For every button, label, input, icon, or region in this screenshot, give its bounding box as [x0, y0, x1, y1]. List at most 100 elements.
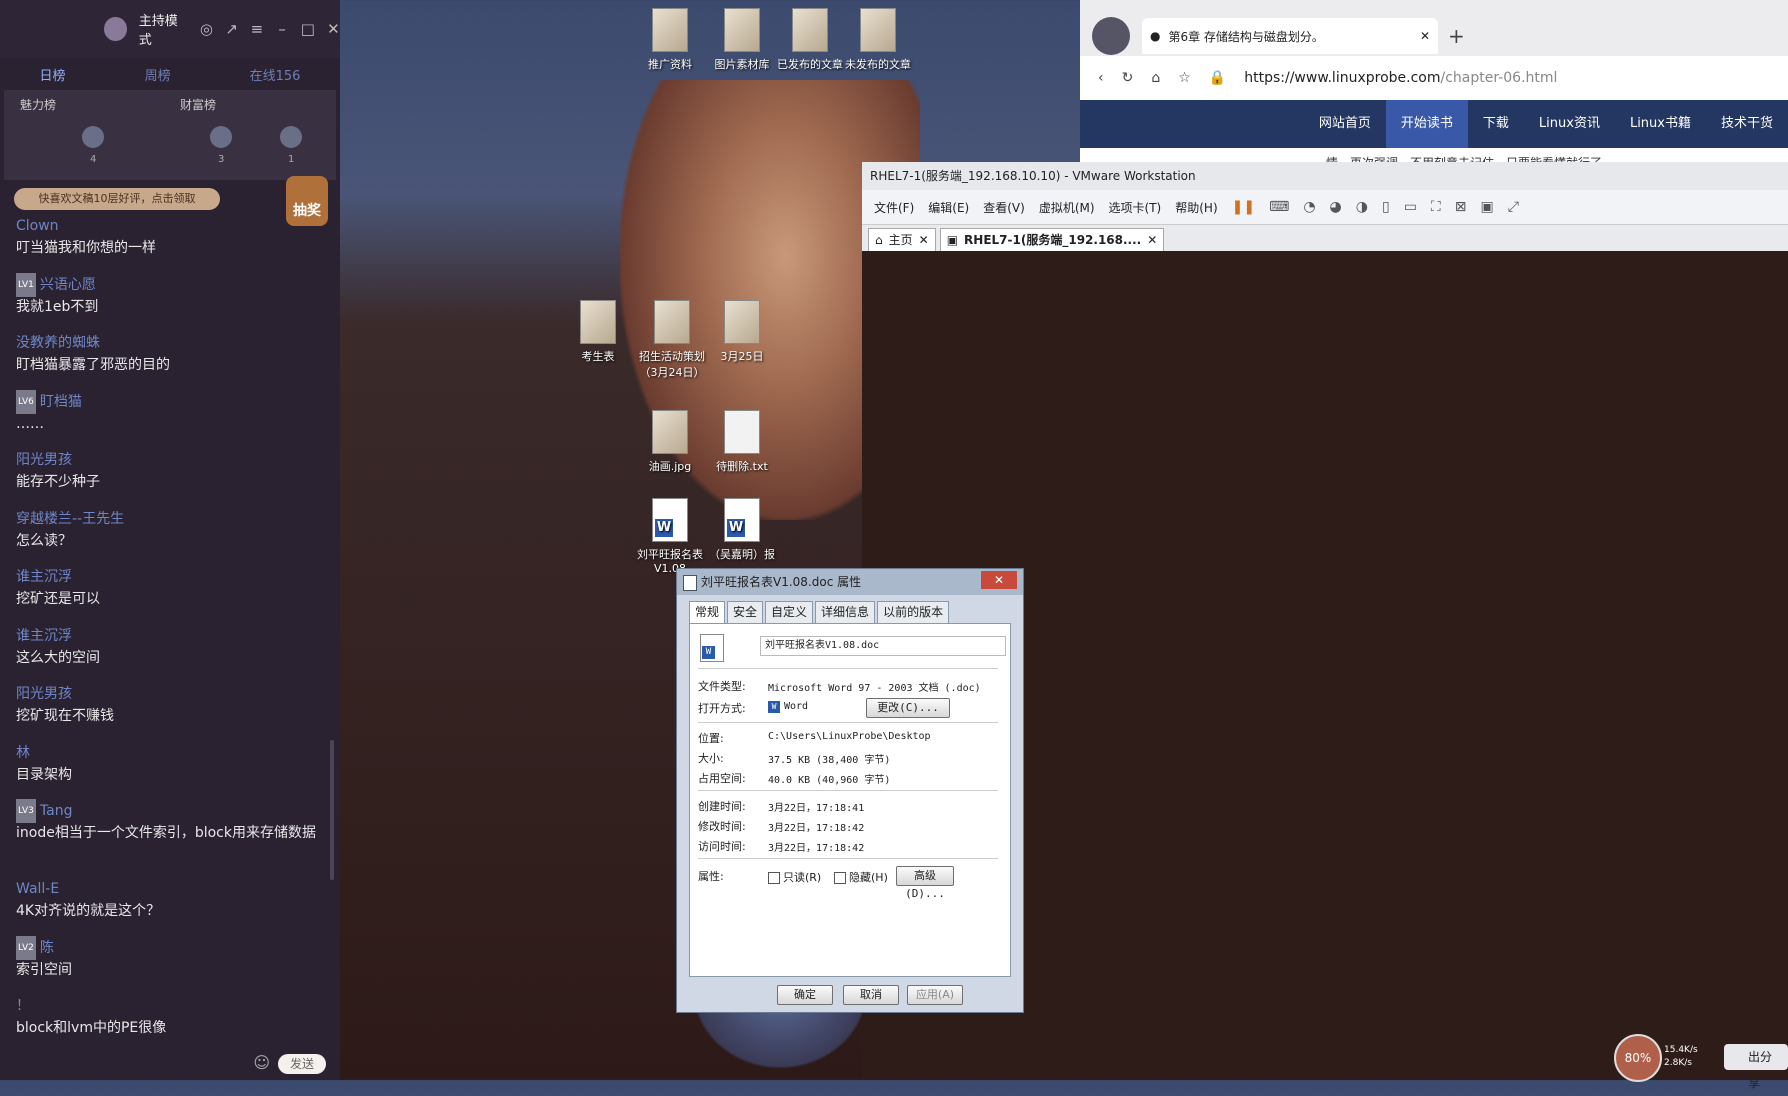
snapshot-icon[interactable]: ◔: [1303, 199, 1315, 215]
network-tray-widget[interactable]: 80% 15.4K/s 2.8K/s 出分享: [1614, 1034, 1788, 1090]
unity-icon[interactable]: ⊠: [1455, 199, 1467, 215]
pause-icon[interactable]: ❚❚: [1232, 199, 1255, 215]
close-tab-icon[interactable]: ✕: [1420, 29, 1430, 43]
message-username[interactable]: 阳光男孩: [16, 448, 326, 472]
change-button[interactable]: 更改(C)...: [866, 698, 950, 718]
rank-user-avatar[interactable]: [210, 126, 232, 148]
desktop-icon-image[interactable]: 油画.jpg: [630, 410, 710, 474]
message-username[interactable]: 穿越楼兰--王先生: [16, 507, 326, 531]
desktop-icon-text[interactable]: 待删除.txt: [702, 410, 782, 474]
network-speed: 15.4K/s 2.8K/s: [1664, 1044, 1698, 1070]
desktop-icon-folder[interactable]: 未发布的文章: [838, 8, 918, 72]
chat-message-list: Clown 叮当猫我和你想的一样 LV1 兴语心愿 我就1eb不到 没教养的蜘蛛 …: [16, 214, 326, 1053]
message-username[interactable]: 盯档猫: [40, 394, 82, 410]
attributes-label: 属性:: [698, 870, 724, 883]
message-username[interactable]: 兴语心愿: [40, 277, 96, 293]
address-bar[interactable]: https://www.linuxprobe.com/chapter-06.ht…: [1244, 70, 1557, 86]
chat-scrollbar[interactable]: [330, 740, 334, 880]
tab-security[interactable]: 安全: [727, 601, 764, 624]
browser-tab[interactable]: ● 第6章 存储结构与磁盘划分。 ✕: [1142, 18, 1438, 54]
send-button[interactable]: 发送: [278, 1054, 326, 1074]
reload-icon[interactable]: ↻: [1122, 70, 1134, 86]
vmware-tabs: ⌂ 主页 ✕ ▣ RHEL7-1(服务端_192.168.... ✕: [862, 225, 1788, 251]
message-username[interactable]: ！: [16, 994, 326, 1018]
message-username[interactable]: 没教养的蜘蛛: [16, 331, 326, 355]
message-username[interactable]: Clown: [16, 214, 326, 238]
profile-avatar[interactable]: [1092, 17, 1130, 55]
menu-view[interactable]: 查看(V): [983, 199, 1025, 216]
desktop-icon-word[interactable]: 刘平旺报名表V1.08: [630, 498, 710, 575]
message-username[interactable]: 谁主沉浮: [16, 565, 326, 589]
nav-home[interactable]: 网站首页: [1304, 100, 1386, 148]
folder-icon: [654, 300, 690, 344]
rank-user-avatar[interactable]: [82, 126, 104, 148]
live-chat-panel: 主持模式 ◎ ↗ ≡ – □ ✕ 日榜 周榜 在线156 魅力榜 财富榜 4 3…: [0, 0, 340, 1080]
desktop-icon-word[interactable]: （吴嘉明）报: [702, 498, 782, 562]
menu-file[interactable]: 文件(F): [874, 199, 914, 216]
desktop-icon-label: 招生活动策划（3月24日）: [639, 350, 705, 379]
share-button[interactable]: 出分享: [1724, 1044, 1788, 1090]
close-button[interactable]: ✕: [981, 571, 1017, 589]
filename-field[interactable]: 刘平旺报名表V1.08.doc: [760, 636, 1006, 656]
tab-general[interactable]: 常规: [689, 601, 726, 624]
nav-download[interactable]: 下载: [1468, 100, 1524, 148]
popout-icon[interactable]: ↗: [225, 20, 238, 38]
tab-details[interactable]: 详细信息: [815, 601, 876, 624]
message-username[interactable]: 陈: [40, 940, 54, 956]
back-icon[interactable]: ‹: [1098, 70, 1104, 86]
restore-snapshot-icon[interactable]: ◕: [1330, 199, 1342, 215]
settings-icon[interactable]: ◎: [200, 20, 213, 38]
readonly-checkbox[interactable]: 只读(R): [768, 869, 821, 885]
tab-online[interactable]: 在线156: [250, 65, 301, 84]
hidden-checkbox[interactable]: 隐藏(H): [834, 869, 888, 885]
close-tab-icon[interactable]: ✕: [1147, 229, 1157, 251]
console-icon[interactable]: ▣: [1480, 199, 1493, 215]
close-tab-icon[interactable]: ✕: [919, 229, 929, 251]
stretch-icon[interactable]: ⤢: [1508, 199, 1519, 215]
nav-linux-news[interactable]: Linux资讯: [1524, 100, 1615, 148]
sidebar-icon[interactable]: ▯: [1382, 199, 1390, 215]
desktop-icon-folder[interactable]: 3月25日: [702, 300, 782, 364]
tab-weekly[interactable]: 周榜: [145, 65, 171, 84]
nav-linux-books[interactable]: Linux书籍: [1615, 100, 1706, 148]
ok-button[interactable]: 确定: [777, 985, 833, 1005]
desktop-icon-folder[interactable]: 招生活动策划（3月24日）: [632, 300, 712, 380]
nav-tech[interactable]: 技术干货: [1706, 100, 1788, 148]
rank-user-avatar[interactable]: [280, 126, 302, 148]
minimize-icon[interactable]: –: [276, 20, 289, 38]
desktop-icon-folder[interactable]: 推广资料: [630, 8, 710, 72]
message-username[interactable]: 阳光男孩: [16, 682, 326, 706]
message-username[interactable]: Tang: [40, 803, 73, 819]
menu-tabs[interactable]: 选项卡(T): [1109, 199, 1162, 216]
advanced-button[interactable]: 高级(D)...: [896, 866, 954, 900]
notice-banner[interactable]: 快喜欢文稿10层好评，点击领取: [14, 188, 220, 210]
cancel-button[interactable]: 取消: [843, 985, 899, 1005]
menu-vm[interactable]: 虚拟机(M): [1039, 199, 1095, 216]
fullscreen-icon[interactable]: ⛶: [1431, 199, 1441, 215]
tab-home[interactable]: ⌂ 主页 ✕: [868, 228, 936, 251]
emoji-icon[interactable]: ☺: [253, 1053, 270, 1072]
home-icon[interactable]: ⌂: [1151, 70, 1160, 86]
desktop-icon-folder[interactable]: 考生表: [558, 300, 638, 364]
menu-edit[interactable]: 编辑(E): [928, 199, 969, 216]
send-keys-icon[interactable]: ⌨: [1269, 199, 1289, 215]
tab-daily[interactable]: 日榜: [40, 65, 66, 84]
message-username[interactable]: 谁主沉浮: [16, 624, 326, 648]
close-icon[interactable]: ✕: [327, 20, 340, 38]
manage-snapshots-icon[interactable]: ◑: [1356, 199, 1368, 215]
maximize-icon[interactable]: □: [301, 20, 315, 38]
nav-start-reading[interactable]: 开始读书: [1385, 100, 1468, 148]
message-username[interactable]: Wall-E: [16, 877, 326, 901]
tab-vm[interactable]: ▣ RHEL7-1(服务端_192.168.... ✕: [939, 228, 1165, 251]
tab-previous-versions[interactable]: 以前的版本: [877, 601, 950, 624]
message-text: inode相当于一个文件索引，block用来存储数据: [16, 825, 316, 841]
favorite-star-icon[interactable]: ☆: [1178, 70, 1191, 86]
thumbnail-icon[interactable]: ▭: [1404, 199, 1417, 215]
tab-custom[interactable]: 自定义: [765, 601, 814, 624]
new-tab-icon[interactable]: +: [1448, 24, 1465, 48]
host-avatar[interactable]: [104, 17, 127, 41]
menu-icon[interactable]: ≡: [250, 20, 264, 38]
menu-help[interactable]: 帮助(H): [1175, 199, 1217, 216]
apply-button[interactable]: 应用(A): [907, 985, 963, 1005]
message-username[interactable]: 林: [16, 741, 326, 765]
